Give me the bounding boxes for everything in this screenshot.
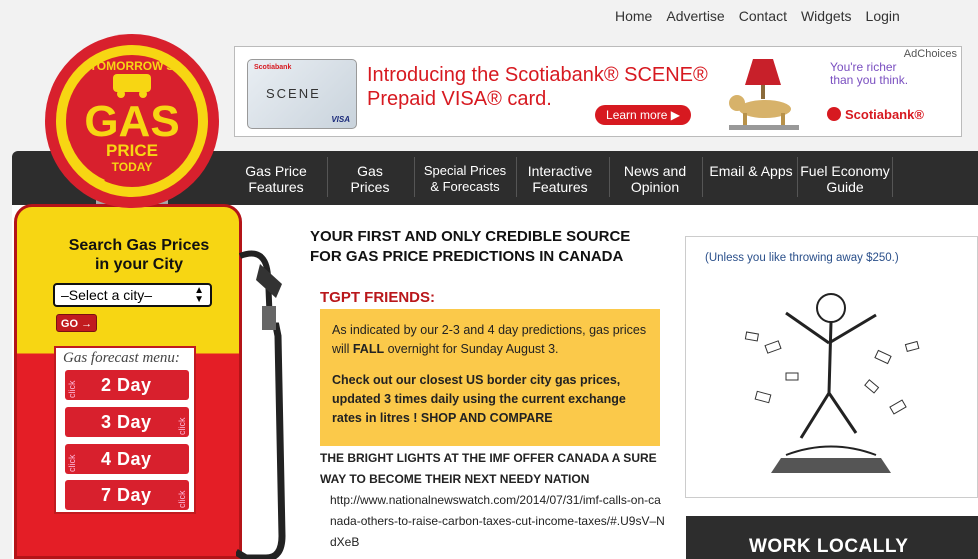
cartoon-ad-caption: (Unless you like throwing away $250.) (705, 252, 899, 264)
forecast-item-label: 7 Day (101, 485, 152, 505)
work-locally-banner[interactable]: WORK LOCALLY (686, 516, 978, 559)
contact-link[interactable]: Contact (739, 8, 787, 24)
nav-line1: Fuel Economy (800, 163, 890, 179)
nav-divider (414, 157, 415, 197)
nav-gas-prices[interactable]: Gas Prices (334, 163, 406, 195)
ad-headline: Introducing the Scotiabank® SCENE® Prepa… (367, 63, 708, 111)
nav-gas-price-features[interactable]: Gas Price Features (232, 163, 320, 195)
nav-line1: Email & Apps (709, 163, 793, 179)
logo-main-text: GAS (84, 97, 179, 146)
scotiabank-brand-text: Scotiabank® (845, 107, 924, 122)
nav-line1: Gas Price (245, 163, 307, 179)
adchoices-label[interactable]: AdChoices (904, 48, 957, 60)
forecast-item-label: 3 Day (101, 412, 152, 432)
nav-line2: Prices (350, 179, 390, 195)
headline-line1: YOUR FIRST AND ONLY CREDIBLE SOURCE (310, 228, 631, 245)
nav-email-apps[interactable]: Email & Apps (704, 163, 798, 179)
price-notice-box: As indicated by our 2-3 and 4 day predic… (320, 309, 660, 446)
nav-divider (609, 157, 610, 197)
logo-line4-text: TODAY (112, 160, 153, 174)
nav-divider (702, 157, 703, 197)
scene-card-image: Scotiabank SCENE VISA (247, 59, 357, 129)
nav-line1: Special Prices (423, 163, 507, 178)
notice-emphasis: FALL (352, 342, 385, 356)
forecast-item-label: 2 Day (101, 375, 152, 395)
advertise-link[interactable]: Advertise (666, 8, 724, 24)
search-title: Search Gas Prices in your City (50, 236, 228, 274)
forecast-item-label: 4 Day (101, 449, 152, 469)
home-link[interactable]: Home (615, 8, 652, 24)
select-arrows-icon: ▲ ▼ (194, 285, 204, 305)
click-hint: click (67, 454, 77, 473)
card-name-text: SCENE (266, 86, 321, 101)
forecast-menu-title: Gas forecast menu: (63, 350, 180, 366)
cartoon-ad[interactable]: (Unless you like throwing away $250.) (685, 236, 978, 498)
learn-more-button[interactable]: Learn more ▶ (595, 105, 691, 125)
city-select[interactable]: –Select a city– ▲ ▼ (53, 283, 212, 307)
news-item: THE BRIGHT LIGHTS AT THE IMF OFFER CANAD… (320, 448, 665, 553)
banner-ad[interactable]: Scotiabank SCENE VISA Introducing the Sc… (234, 46, 962, 137)
click-hint: click (177, 417, 187, 436)
nav-line2: Guide (826, 179, 864, 195)
nav-line1: Gas (357, 163, 383, 179)
forecast-4-day-button[interactable]: click 4 Day (65, 444, 189, 474)
click-hint: click (177, 490, 187, 509)
ad-headline-line1: Introducing the Scotiabank® SCENE® (367, 64, 708, 86)
scotiabank-logo: Scotiabank® (827, 107, 924, 122)
nav-line2: Features (248, 179, 304, 195)
login-link[interactable]: Login (866, 8, 900, 24)
search-title-line1: Search Gas Prices (68, 237, 210, 254)
friends-heading: TGPT FRIENDS: (320, 289, 435, 306)
search-title-line2: in your City (94, 256, 183, 273)
click-hint: click (67, 380, 77, 399)
news-link[interactable]: http://www.nationalnewswatch.com/2014/07… (320, 490, 665, 553)
nav-divider (327, 157, 328, 197)
cartoon-man-money-image (744, 293, 920, 473)
go-button[interactable]: GO → (56, 314, 97, 332)
notice-text: overnight for Sunday August 3. (384, 342, 559, 356)
nav-divider (516, 157, 517, 197)
forecast-2-day-button[interactable]: click 2 Day (65, 370, 189, 400)
headline-line2: FOR GAS PRICE PREDICTIONS IN CANADA (310, 248, 624, 265)
city-select-value: –Select a city– (61, 287, 153, 303)
nav-divider (892, 157, 893, 197)
nav-line1: Interactive (527, 163, 593, 179)
widgets-link[interactable]: Widgets (801, 8, 852, 24)
page-headline: YOUR FIRST AND ONLY CREDIBLE SOURCE FOR … (310, 227, 670, 267)
card-network-text: VISA (331, 115, 350, 124)
ad-tagline-line2: than you think. (830, 73, 909, 87)
forecast-3-day-button[interactable]: 3 Day click (65, 407, 189, 437)
page: Home Advertise Contact Widgets Login Sco… (0, 0, 978, 559)
card-bank-text: Scotiabank (254, 64, 292, 71)
logo-line3-text: PRICE (106, 141, 158, 160)
nav-line1: News and (623, 163, 687, 179)
dachshund-lamp-image (729, 59, 799, 130)
top-links: Home Advertise Contact Widgets Login (615, 8, 900, 24)
ad-tagline: You're richer than you think. (830, 61, 908, 87)
gas-price-today-logo: TOMORROW'S GAS PRICE TODAY (45, 34, 219, 208)
forecast-7-day-button[interactable]: 7 Day click (65, 480, 189, 510)
pump-nozzle-icon (236, 250, 286, 559)
nav-line2: & Forecasts (430, 179, 500, 194)
nav-special-prices[interactable]: Special Prices & Forecasts (419, 163, 511, 195)
nav-news-opinion[interactable]: News and Opinion (614, 163, 696, 195)
nav-interactive-features[interactable]: Interactive Features (520, 163, 600, 195)
scotiabank-s-icon (827, 107, 841, 121)
nav-line2: Opinion (630, 179, 680, 195)
news-title: THE BRIGHT LIGHTS AT THE IMF OFFER CANAD… (320, 451, 657, 486)
nav-line2: Features (532, 179, 588, 195)
shop-compare-link[interactable]: Check out our closest US border city gas… (332, 371, 648, 428)
nav-fuel-economy[interactable]: Fuel Economy Guide (798, 163, 892, 195)
forecast-menu: Gas forecast menu: click 2 Day 3 Day cli… (54, 346, 196, 514)
logo-top-text: TOMORROW'S (90, 59, 175, 73)
notice-paragraph: As indicated by our 2-3 and 4 day predic… (332, 321, 648, 359)
